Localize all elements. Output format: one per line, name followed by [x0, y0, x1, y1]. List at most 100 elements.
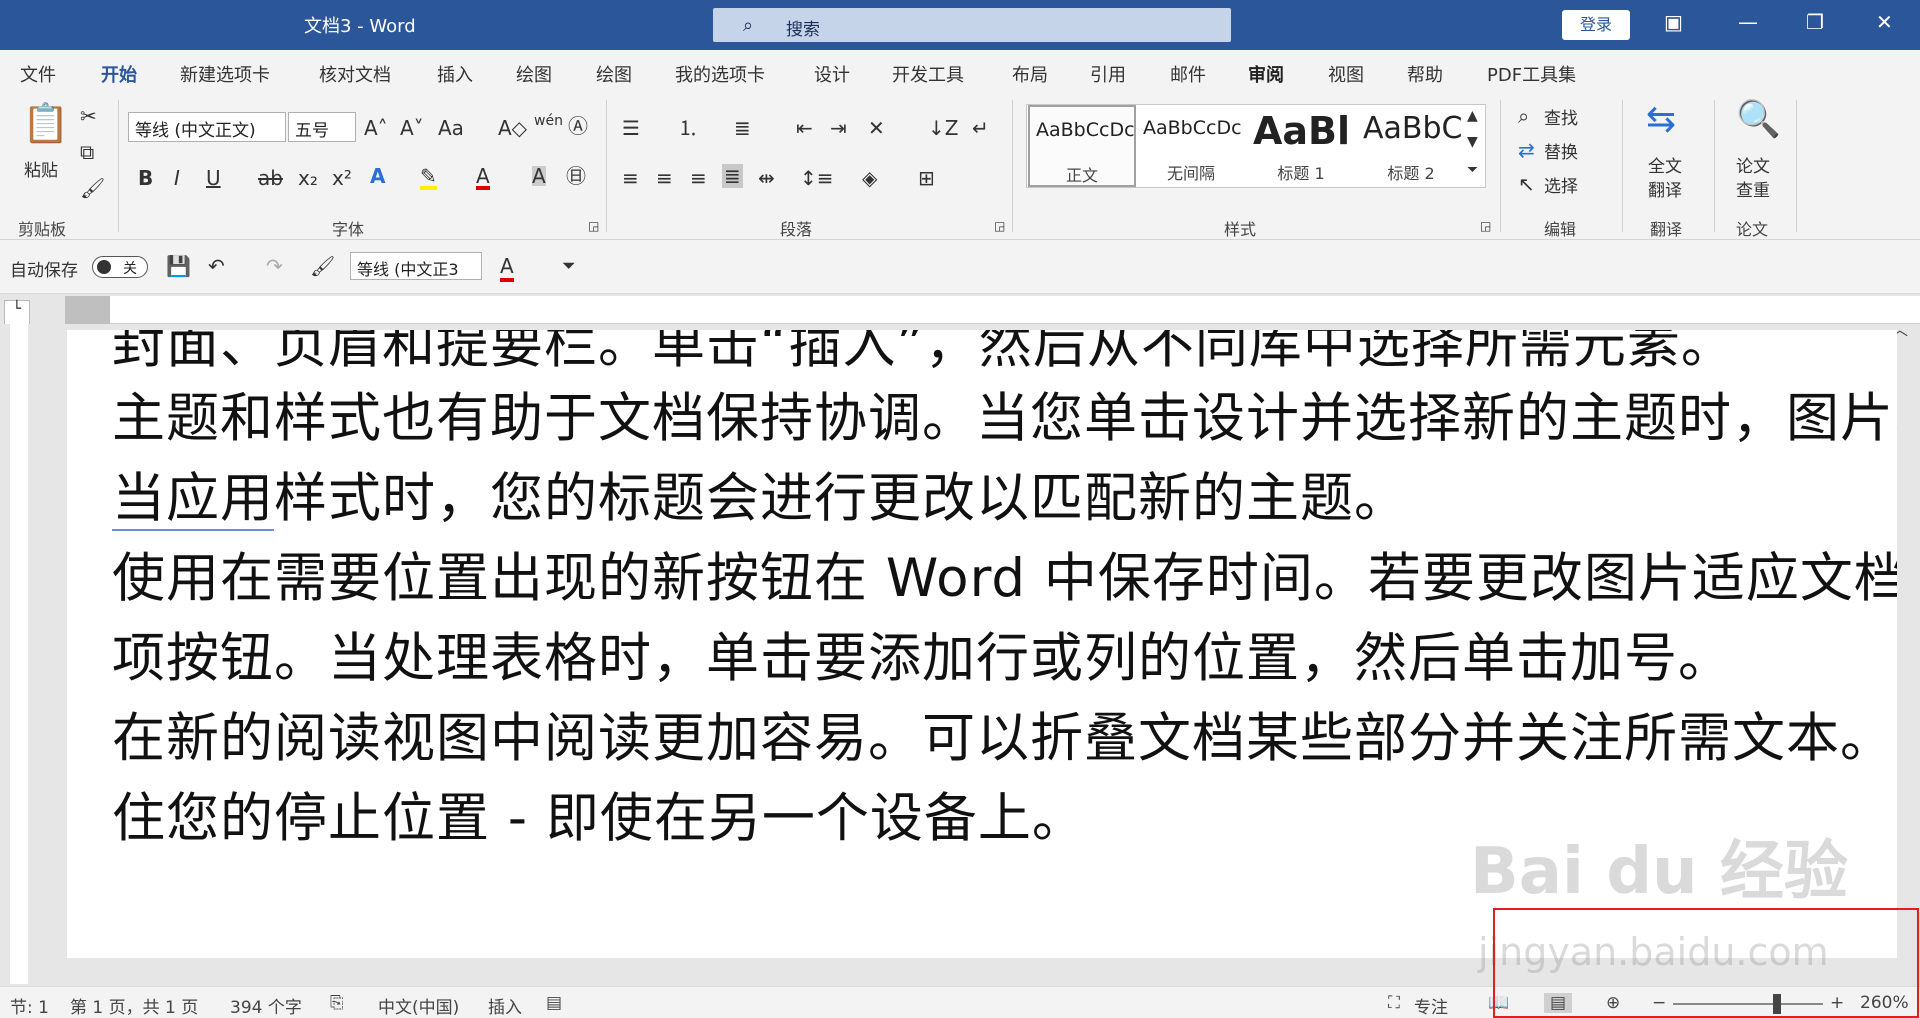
format-painter-icon[interactable]: 🖌 — [80, 178, 105, 198]
customize-qat-icon[interactable]: ⏷ — [562, 256, 576, 276]
select-icon[interactable]: ↖ — [1518, 174, 1535, 194]
bold-icon[interactable]: B — [138, 168, 153, 188]
show-marks-icon[interactable]: ↵ — [972, 118, 989, 138]
undo-icon[interactable]: ↶ — [208, 254, 225, 278]
translate-label-1[interactable]: 全文 — [1648, 152, 1682, 177]
translate-icon[interactable]: ⇆ — [1646, 102, 1676, 138]
enclose-characters-icon[interactable]: ㊐ — [566, 166, 586, 186]
language-indicator[interactable]: 中文(中国) — [378, 993, 459, 1018]
select-label[interactable]: 选择 — [1544, 172, 1578, 197]
character-shading-icon[interactable]: A — [532, 166, 546, 186]
login-button[interactable]: 登录 — [1562, 10, 1630, 40]
align-center-icon[interactable]: ≡ — [656, 168, 673, 188]
grow-font-icon[interactable]: A˄ — [364, 118, 388, 138]
tab-my-tab[interactable]: 我的选项卡 — [675, 61, 765, 87]
subscript-icon[interactable]: x₂ — [298, 168, 318, 188]
numbering-icon[interactable]: ⒈ — [678, 118, 698, 138]
tab-review[interactable]: 审阅 — [1248, 61, 1284, 87]
line-spacing-icon[interactable]: ↕≡ — [800, 168, 834, 188]
style-no-spacing[interactable]: AaBbCcDc 无间隔 — [1137, 105, 1245, 187]
highlight-color-icon[interactable]: ✎ — [420, 166, 437, 190]
format-painter-icon[interactable]: 🖌 — [310, 254, 335, 278]
multilevel-list-icon[interactable]: ≣ — [734, 118, 751, 138]
shrink-font-icon[interactable]: A˅ — [400, 118, 424, 138]
character-border-icon[interactable]: Ⓐ — [568, 116, 588, 136]
tab-mailings[interactable]: 邮件 — [1170, 61, 1206, 87]
ribbon-display-options-icon[interactable]: ▣ — [1664, 10, 1683, 34]
paste-icon[interactable]: 📋 — [22, 104, 69, 142]
paper-label-2[interactable]: 查重 — [1736, 176, 1770, 201]
tab-pdf-tools[interactable]: PDF工具集 — [1487, 61, 1576, 87]
tab-insert[interactable]: 插入 — [437, 61, 473, 87]
page-indicator[interactable]: 第 1 页，共 1 页 — [70, 993, 198, 1018]
paper-label-1[interactable]: 论文 — [1736, 152, 1770, 177]
find-icon[interactable]: ⌕ — [1518, 106, 1529, 126]
style-heading-1[interactable]: AaBl 标题 1 — [1247, 105, 1355, 187]
style-normal[interactable]: AaBbCcDc 正文 — [1028, 105, 1136, 187]
underline-icon[interactable]: U — [206, 168, 221, 188]
focus-label[interactable]: 专注 — [1414, 993, 1448, 1018]
qat-font-color-icon[interactable]: A — [500, 254, 514, 282]
tab-new-tab[interactable]: 新建选项卡 — [180, 61, 270, 87]
autosave-toggle[interactable]: 关 — [92, 256, 148, 278]
font-name-dropdown[interactable]: 等线 (中文正文) — [128, 112, 286, 142]
tab-developer[interactable]: 开发工具 — [892, 61, 964, 87]
tab-draw-2[interactable]: 绘图 — [596, 61, 632, 87]
tab-draw-1[interactable]: 绘图 — [516, 61, 552, 87]
horizontal-ruler[interactable] — [65, 296, 1920, 324]
increase-indent-icon[interactable]: ⇥ — [830, 118, 847, 138]
font-size-dropdown[interactable]: 五号 — [288, 112, 356, 142]
tab-selector[interactable]: └ — [4, 300, 30, 326]
styles-scroll-down-icon[interactable]: ▼ — [1467, 135, 1478, 149]
phonetic-guide-icon[interactable]: wén — [534, 114, 563, 128]
superscript-icon[interactable]: x² — [332, 168, 352, 188]
style-heading-2[interactable]: AaBbC 标题 2 — [1357, 105, 1465, 187]
find-label[interactable]: 查找 — [1544, 104, 1578, 129]
bullets-icon[interactable]: ☰ — [622, 118, 640, 138]
align-left-icon[interactable]: ≡ — [622, 168, 639, 188]
tab-file[interactable]: 文件 — [20, 61, 56, 87]
translate-label-2[interactable]: 翻译 — [1648, 176, 1682, 201]
font-color-icon[interactable]: A — [476, 166, 490, 190]
justify-icon[interactable]: ≣ — [722, 164, 743, 188]
change-case-icon[interactable]: Aa — [438, 118, 464, 138]
tab-help[interactable]: 帮助 — [1407, 61, 1443, 87]
paragraph-dialog-launcher-icon[interactable]: ◲ — [994, 220, 1005, 232]
tab-layout[interactable]: 布局 — [1012, 61, 1048, 87]
styles-scroll-up-icon[interactable]: ▲ — [1467, 109, 1478, 123]
strikethrough-icon[interactable]: ab — [258, 168, 283, 188]
tab-home[interactable]: 开始 — [101, 61, 137, 95]
focus-icon[interactable]: ⛶ — [1388, 993, 1400, 1013]
replace-label[interactable]: 替换 — [1544, 138, 1578, 163]
align-right-icon[interactable]: ≡ — [690, 168, 707, 188]
qat-font-dropdown[interactable]: 等线 (中文正3 — [350, 252, 482, 280]
clear-formatting-icon[interactable]: A◇ — [498, 118, 527, 138]
tab-design[interactable]: 设计 — [814, 61, 850, 87]
paper-check-icon[interactable]: 🔍 — [1736, 102, 1781, 138]
italic-icon[interactable]: I — [174, 168, 180, 188]
tab-view[interactable]: 视图 — [1328, 61, 1364, 87]
restore-icon[interactable]: ❐ — [1806, 10, 1824, 34]
paste-label[interactable]: 粘贴 — [24, 156, 58, 181]
close-icon[interactable]: ✕ — [1876, 10, 1893, 34]
tab-references[interactable]: 引用 — [1090, 61, 1126, 87]
search-box[interactable]: ⌕ 搜索 — [713, 8, 1231, 42]
macro-icon[interactable]: ▤ — [546, 993, 562, 1013]
borders-icon[interactable]: ⊞ — [918, 168, 935, 188]
distributed-icon[interactable]: ⇹ — [758, 168, 775, 188]
grammar-underlined-text[interactable]: 当应用 — [112, 468, 274, 531]
styles-more-icon[interactable]: ⏷ — [1467, 163, 1478, 177]
copy-icon[interactable]: ⧉ — [80, 142, 94, 162]
cut-icon[interactable]: ✂ — [80, 106, 97, 126]
word-count[interactable]: 394 个字 — [230, 993, 302, 1018]
tab-proofread[interactable]: 核对文档 — [319, 61, 391, 87]
decrease-indent-icon[interactable]: ⇤ — [796, 118, 813, 138]
sort-icon[interactable]: ↓Z — [928, 118, 958, 138]
chinese-layout-icon[interactable]: ✕ — [868, 118, 885, 138]
vertical-ruler[interactable] — [0, 324, 35, 984]
text-effects-icon[interactable]: A — [370, 166, 385, 186]
font-dialog-launcher-icon[interactable]: ◲ — [588, 220, 599, 232]
proofing-icon[interactable]: ⎘ — [330, 993, 344, 1013]
redo-icon[interactable]: ↷ — [266, 254, 283, 278]
replace-icon[interactable]: ⇄ — [1518, 140, 1535, 160]
